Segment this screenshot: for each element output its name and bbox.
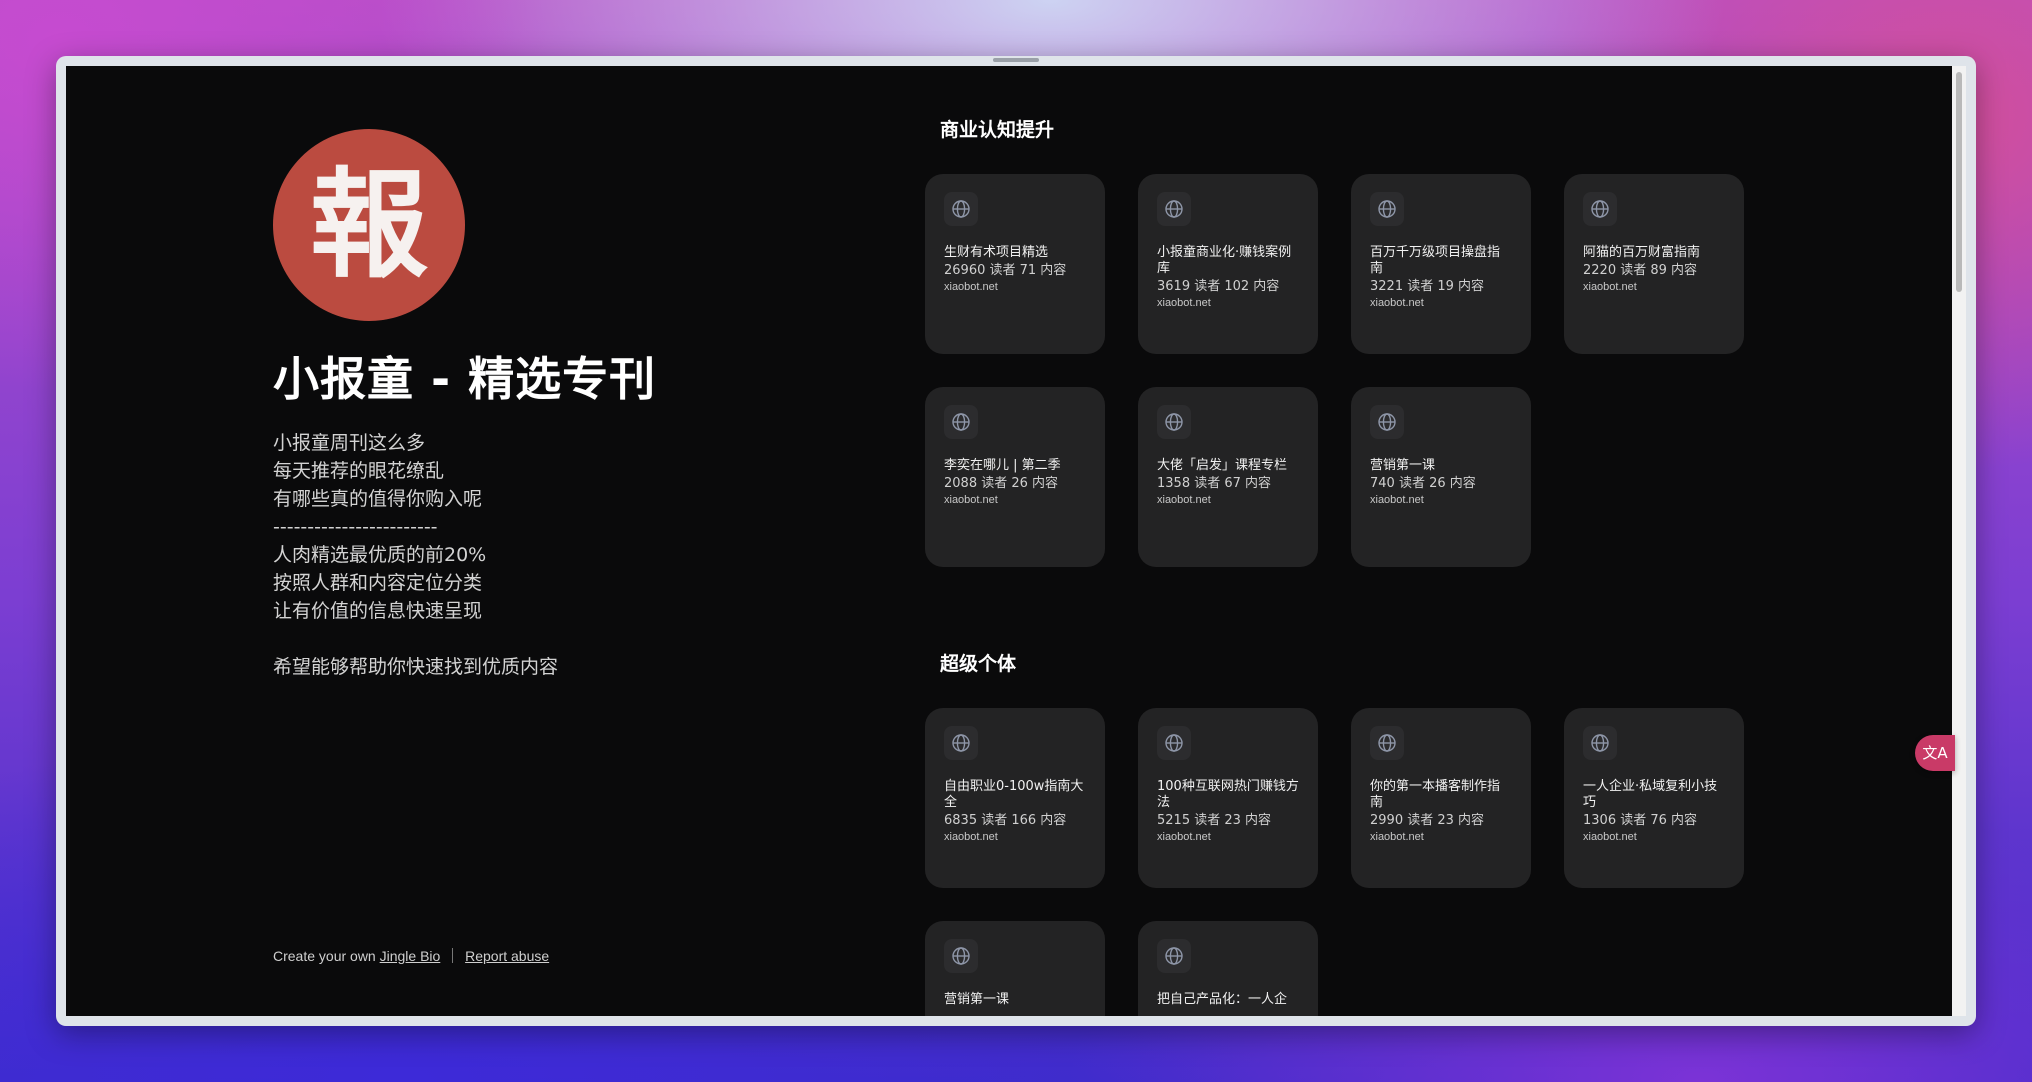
profile-panel: 報 小报童 - 精选专刊 小报童周刊这么多 每天推荐的眼花缭乱 有哪些真的值得你…: [273, 129, 693, 681]
translate-icon: 文A: [1922, 744, 1948, 762]
globe-icon: [944, 405, 978, 439]
card-stats: 5215 读者 23 内容: [1157, 813, 1272, 828]
link-card[interactable]: 把自己产品化：一人企: [1138, 921, 1318, 1016]
card-title: 生财有术项目精选: [944, 245, 1049, 260]
card-host: xiaobot.net: [944, 281, 998, 293]
card-title: 大佬「启发」课程专栏: [1157, 458, 1288, 473]
card-host: xiaobot.net: [944, 494, 998, 506]
card-stats: 3221 读者 19 内容: [1370, 279, 1485, 294]
card-host: xiaobot.net: [1370, 494, 1424, 506]
footer: Create your own Jingle Bio Report abuse: [273, 948, 549, 964]
card-host: xiaobot.net: [1157, 494, 1211, 506]
card-host: xiaobot.net: [1583, 281, 1637, 293]
link-card[interactable]: 李奕在哪儿 | 第二季 2088 读者 26 内容 xiaobot.net: [925, 387, 1105, 567]
browser-window: 報 小报童 - 精选专刊 小报童周刊这么多 每天推荐的眼花缭乱 有哪些真的值得你…: [56, 56, 1976, 1026]
globe-icon: [944, 192, 978, 226]
scrollbar[interactable]: [1952, 66, 1966, 1016]
card-stats: 2990 读者 23 内容: [1370, 813, 1485, 828]
footer-divider: [452, 948, 454, 963]
scrollbar-thumb[interactable]: [1956, 72, 1962, 292]
card-title: 100种互联网热门赚钱方法: [1157, 779, 1299, 810]
link-card[interactable]: 营销第一课 740 读者 26 内容 xiaobot.net: [1351, 387, 1531, 567]
card-stats: 1306 读者 76 内容: [1583, 813, 1698, 828]
card-stats: 740 读者 26 内容: [1370, 476, 1476, 491]
card-host: xiaobot.net: [1157, 831, 1211, 843]
report-abuse-link[interactable]: Report abuse: [465, 948, 549, 964]
globe-icon: [1583, 192, 1617, 226]
card-title: 你的第一本播客制作指南: [1370, 779, 1501, 810]
link-card[interactable]: 营销第一课: [925, 921, 1105, 1016]
card-host: xiaobot.net: [1157, 297, 1211, 309]
link-card[interactable]: 阿猫的百万财富指南 2220 读者 89 内容 xiaobot.net: [1564, 174, 1744, 354]
card-title: 把自己产品化：一人企: [1157, 992, 1288, 1007]
card-stats: 3619 读者 102 内容: [1157, 279, 1280, 294]
globe-icon: [1157, 192, 1191, 226]
card-stats: 6835 读者 166 内容: [944, 813, 1067, 828]
globe-icon: [944, 726, 978, 760]
card-title: 李奕在哪儿 | 第二季: [944, 458, 1061, 473]
card-host: xiaobot.net: [1370, 831, 1424, 843]
link-card[interactable]: 自由职业0-100w指南大全 6835 读者 166 内容 xiaobot.net: [925, 708, 1105, 888]
card-title: 阿猫的百万财富指南: [1583, 245, 1701, 260]
card-title: 营销第一课: [1370, 458, 1436, 473]
globe-icon: [1370, 726, 1404, 760]
globe-icon: [944, 939, 978, 973]
window-grab-handle[interactable]: [993, 58, 1039, 62]
link-card[interactable]: 小报童商业化·赚钱案例库 3619 读者 102 内容 xiaobot.net: [1138, 174, 1318, 354]
page-viewport: 報 小报童 - 精选专刊 小报童周刊这么多 每天推荐的眼花缭乱 有哪些真的值得你…: [66, 66, 1952, 1016]
card-stats: 1358 读者 67 内容: [1157, 476, 1272, 491]
avatar: 報: [273, 129, 465, 321]
link-card[interactable]: 生财有术项目精选 26960 读者 71 内容 xiaobot.net: [925, 174, 1105, 354]
card-title: 营销第一课: [944, 992, 1010, 1007]
card-title: 一人企业·私域复利小技巧: [1583, 779, 1718, 810]
globe-icon: [1157, 405, 1191, 439]
card-title: 小报童商业化·赚钱案例库: [1157, 245, 1292, 276]
globe-icon: [1370, 405, 1404, 439]
link-card[interactable]: 100种互联网热门赚钱方法 5215 读者 23 内容 xiaobot.net: [1138, 708, 1318, 888]
card-title: 百万千万级项目操盘指南: [1370, 245, 1501, 276]
link-card[interactable]: 你的第一本播客制作指南 2990 读者 23 内容 xiaobot.net: [1351, 708, 1531, 888]
card-stats: 2088 读者 26 内容: [944, 476, 1059, 491]
profile-description: 小报童周刊这么多 每天推荐的眼花缭乱 有哪些真的值得你购入呢 ---------…: [273, 432, 559, 678]
page-title: 小报童 - 精选专刊: [273, 352, 657, 406]
link-card[interactable]: 百万千万级项目操盘指南 3221 读者 19 内容 xiaobot.net: [1351, 174, 1531, 354]
card-title: 自由职业0-100w指南大全: [944, 779, 1084, 810]
jingle-bio-link[interactable]: Jingle Bio: [380, 948, 441, 964]
card-host: xiaobot.net: [1583, 831, 1637, 843]
footer-create-text: Create your own: [273, 948, 376, 964]
link-card[interactable]: 一人企业·私域复利小技巧 1306 读者 76 内容 xiaobot.net: [1564, 708, 1744, 888]
translate-button[interactable]: 文A: [1915, 735, 1955, 771]
card-stats: 26960 读者 71 内容: [944, 263, 1067, 278]
link-card[interactable]: 大佬「启发」课程专栏 1358 读者 67 内容 xiaobot.net: [1138, 387, 1318, 567]
globe-icon: [1157, 726, 1191, 760]
card-stats: 2220 读者 89 内容: [1583, 263, 1698, 278]
card-host: xiaobot.net: [1370, 297, 1424, 309]
card-host: xiaobot.net: [944, 831, 998, 843]
section-title-business: 商业认知提升: [940, 119, 1055, 141]
globe-icon: [1583, 726, 1617, 760]
globe-icon: [1370, 192, 1404, 226]
section-title-individual: 超级个体: [940, 653, 1017, 675]
globe-icon: [1157, 939, 1191, 973]
